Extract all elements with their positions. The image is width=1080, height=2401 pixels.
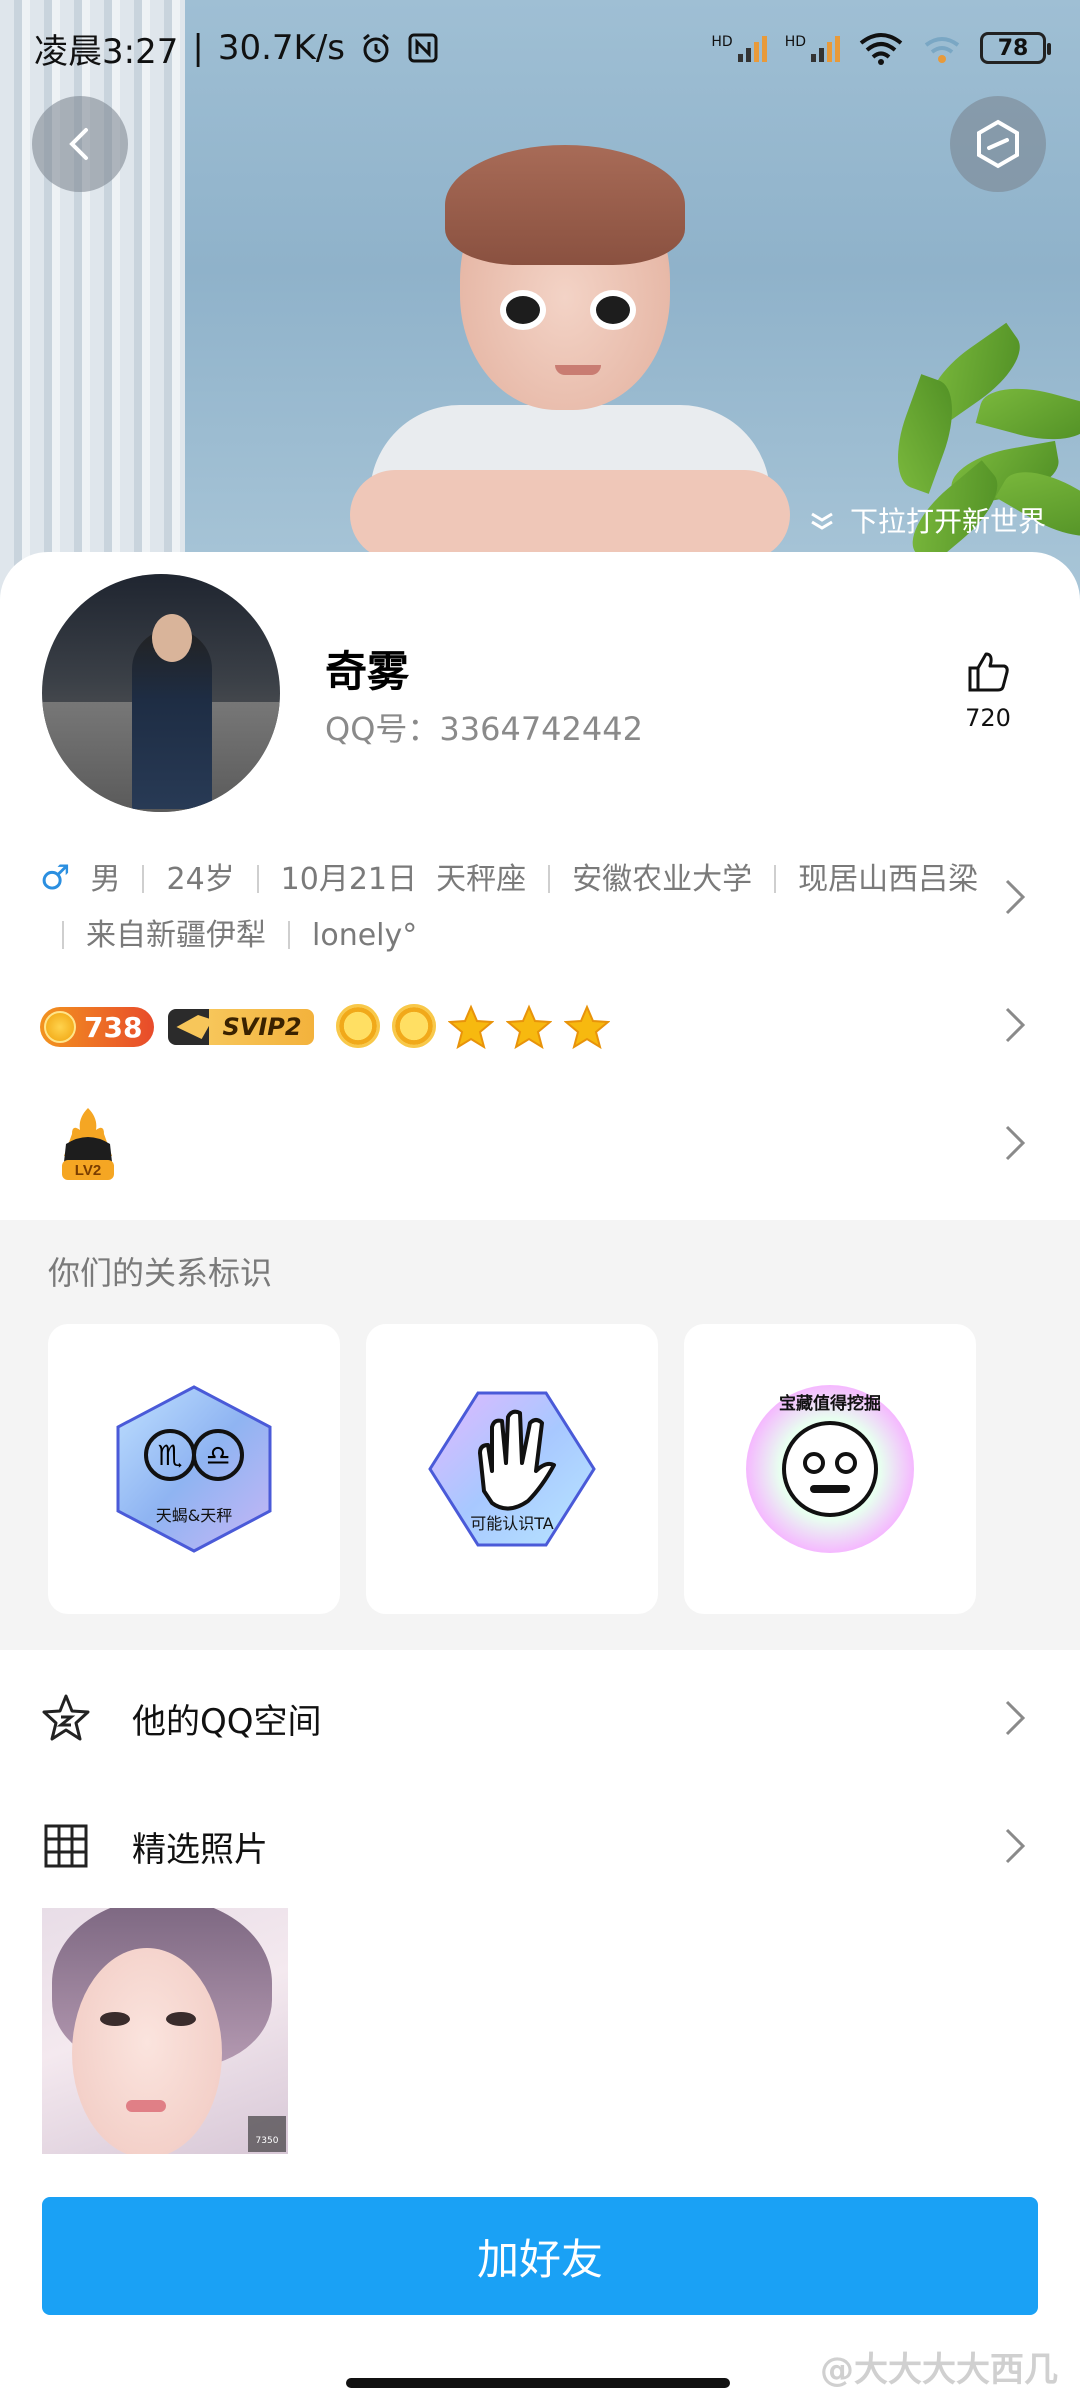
profile-info[interactable]: ♂ 男 24岁 10月21日 天秤座 安徽农业大学 现居山西吕梁来自新疆伊犁 lonely°	[40, 850, 980, 964]
sun-icon	[391, 1004, 436, 1048]
watermark: @大大大大西几	[820, 2350, 1058, 2390]
zodiac-relation-badge: ♏ ♎ 天蝎&天秤	[116, 1385, 272, 1553]
star-icon	[447, 1004, 494, 1050]
qq-number: QQ号：3364742442	[325, 710, 643, 748]
like-button[interactable]: 720	[948, 648, 1028, 732]
hotspot-icon	[924, 37, 960, 63]
info-school: 安徽农业大学	[572, 862, 753, 897]
chevron-right-icon	[1005, 1700, 1026, 1736]
gold-badge: 738	[40, 1007, 155, 1047]
info-age: 24岁	[166, 862, 235, 897]
svg-text:LV2: LV2	[75, 1162, 101, 1179]
wifi-icon	[859, 33, 903, 65]
badge-row[interactable]: 738 SVIP2	[40, 1004, 610, 1050]
signal-2-icon: HD	[785, 34, 840, 62]
svip-crown-icon	[176, 1015, 213, 1039]
svg-text:宝藏值得挖掘: 宝藏值得挖掘	[779, 1393, 881, 1414]
coin-icon	[44, 1011, 76, 1043]
chevron-right-icon	[1005, 1828, 1026, 1864]
back-button[interactable]	[32, 96, 128, 192]
pull-down-hint[interactable]: 下拉打开新世界	[808, 500, 1046, 540]
customize-button[interactable]	[950, 96, 1046, 192]
sun-icon	[335, 1004, 380, 1048]
photos-label: 精选照片	[132, 1829, 268, 1870]
avatar-3d-figure	[350, 140, 790, 600]
nfc-icon	[408, 33, 438, 63]
male-icon: ♂	[40, 858, 71, 898]
status-speed: 30.7K/s	[217, 28, 345, 68]
chevron-left-icon	[69, 128, 88, 160]
featured-photo[interactable]: 7350	[42, 1908, 288, 2154]
star-icon	[505, 1004, 552, 1050]
thumb-up-icon	[968, 652, 1009, 692]
status-time: 凌晨3:27	[34, 31, 179, 72]
profile-avatar[interactable]	[42, 574, 280, 812]
double-chevron-down-icon	[811, 512, 833, 530]
svg-text:天蝎&天秤: 天蝎&天秤	[156, 1506, 232, 1525]
level-badge-icon[interactable]: LV2	[52, 1104, 124, 1184]
info-zodiac: 天秤座	[436, 862, 527, 897]
chevron-right-icon[interactable]	[1004, 1124, 1026, 1162]
info-hometown: 来自新疆伊犁	[86, 918, 266, 953]
qzone-label: 他的QQ空间	[132, 1701, 322, 1742]
grid-icon	[44, 1824, 88, 1868]
svg-text:可能认识TA: 可能认识TA	[470, 1514, 554, 1533]
profile-card: 奇雾 QQ号：3364742442 720 ♂ 男 24岁 10月21日 天秤座 安徽农…	[0, 552, 1080, 2401]
like-count: 720	[965, 704, 1011, 732]
profile-page: 下拉打开新世界 凌晨3:27 | 30.7K/s HD HD 78 奇雾 QQ号…	[0, 0, 1080, 2401]
pull-down-hint-text: 下拉打开新世界	[849, 505, 1046, 538]
status-divider: |	[192, 28, 204, 68]
qzone-row[interactable]: 他的QQ空间	[0, 1668, 1080, 1768]
relation-card-may-know[interactable]: 可能认识TA	[366, 1324, 658, 1614]
relation-section: 你们的关系标识 ♏ ♎ 天蝎&天秤 可能认识TA 宝藏值得挖掘	[0, 1220, 1080, 1650]
star-outline-icon	[42, 1694, 90, 1741]
signal-icon: HD	[711, 34, 767, 62]
battery-indicator: 78	[980, 32, 1051, 64]
photos-row[interactable]: 精选照片	[0, 1796, 1080, 1896]
chevron-right-icon[interactable]	[1004, 878, 1026, 916]
info-signature: lonely°	[312, 918, 418, 953]
photo-like-count: 7350	[248, 2116, 286, 2152]
profile-name: 奇雾	[325, 647, 410, 696]
chevron-right-icon[interactable]	[1004, 1006, 1026, 1044]
svip-badge: SVIP2	[168, 1009, 314, 1045]
info-birthday: 10月21日	[280, 862, 418, 897]
star-icon	[563, 1004, 610, 1050]
add-friend-button[interactable]: 加好友	[42, 2197, 1038, 2315]
svg-text:♏: ♏	[157, 1439, 182, 1472]
treasure-relation-badge: 宝藏值得挖掘	[746, 1385, 914, 1553]
status-bar: 凌晨3:27 | 30.7K/s HD HD 78	[0, 0, 1080, 96]
may-know-relation-badge: 可能认识TA	[428, 1391, 596, 1547]
relation-card-treasure[interactable]: 宝藏值得挖掘	[684, 1324, 976, 1614]
relation-card-zodiac[interactable]: ♏ ♎ 天蝎&天秤	[48, 1324, 340, 1614]
svg-text:♎: ♎	[205, 1439, 230, 1472]
info-gender: 男	[90, 862, 121, 897]
alarm-icon	[363, 33, 389, 63]
relation-section-title: 你们的关系标识	[48, 1254, 273, 1292]
info-residence: 现居山西吕梁	[798, 862, 979, 897]
hexagon-icon	[977, 119, 1019, 169]
home-indicator[interactable]	[346, 2378, 730, 2388]
